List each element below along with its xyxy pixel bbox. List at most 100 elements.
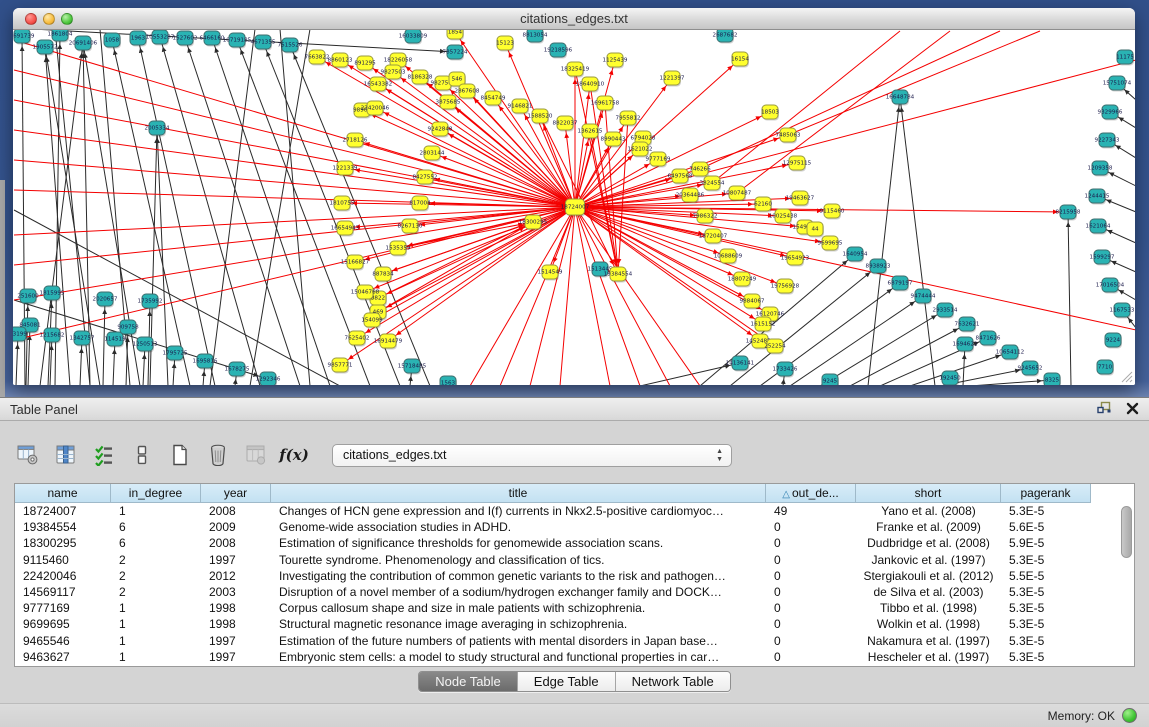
column-header-title[interactable]: title <box>271 484 766 503</box>
table-row[interactable]: 1938455462009Genome-wide association stu… <box>15 519 1134 535</box>
svg-text:15046768: 15046768 <box>351 290 380 296</box>
column-header-year[interactable]: year <box>201 484 271 503</box>
select-attributes-icon[interactable] <box>90 441 118 469</box>
window-title: citations_edges.txt <box>13 11 1135 26</box>
column-header-out_de[interactable]: △out_de... <box>766 484 856 503</box>
cell-year: 1997 <box>201 552 271 568</box>
table-row[interactable]: 911546021997Tourette syndrome. Phenomeno… <box>15 552 1134 568</box>
svg-text:817004: 817004 <box>409 201 431 207</box>
svg-text:8822037: 8822037 <box>553 121 578 127</box>
svg-text:1795725: 1795725 <box>163 351 188 357</box>
close-icon[interactable] <box>1126 402 1139 415</box>
cell-short: Nakamura et al. (1997) <box>856 633 1001 649</box>
column-header-in_degree[interactable]: in_degree <box>111 484 201 503</box>
svg-text:8325: 8325 <box>1045 378 1060 384</box>
svg-text:1527602: 1527602 <box>173 36 198 42</box>
window-resize-grip[interactable] <box>1119 369 1133 383</box>
cell-name: 14569117 <box>15 584 111 600</box>
cell-year: 1997 <box>201 633 271 649</box>
network-window: citations_edges.txt 16917391905572186180… <box>13 8 1135 385</box>
svg-text:546: 546 <box>452 77 463 83</box>
svg-text:22420046: 22420046 <box>361 106 390 112</box>
column-header-short[interactable]: short <box>856 484 1001 503</box>
svg-text:18720407: 18720407 <box>699 234 728 240</box>
window-titlebar[interactable]: citations_edges.txt <box>13 8 1135 30</box>
show-columns-icon[interactable] <box>52 441 80 469</box>
table-row[interactable]: 1872400712008Changes of HCN gene express… <box>15 503 1134 519</box>
svg-text:1599297: 1599297 <box>1090 255 1115 261</box>
cell-title: Tourette syndrome. Phenomenology and cla… <box>271 552 766 568</box>
function-builder-icon[interactable]: f(x) <box>280 441 308 469</box>
delete-column-icon[interactable] <box>242 441 270 469</box>
table-tabs: Node TableEdge TableNetwork Table <box>0 671 1149 692</box>
float-window-icon[interactable] <box>1097 401 1112 415</box>
table-row[interactable]: 1456911722003Disruption of a novel membe… <box>15 584 1134 600</box>
svg-text:19756928: 19756928 <box>771 284 800 290</box>
svg-text:18503: 18503 <box>761 110 779 116</box>
cell-out_de: 0 <box>766 600 856 616</box>
cell-in_degree: 1 <box>111 633 201 649</box>
svg-text:11175: 11175 <box>1116 55 1134 61</box>
column-header-name[interactable]: name <box>15 484 111 503</box>
svg-text:2020657: 2020657 <box>93 297 118 303</box>
vertical-scrollbar[interactable] <box>1121 506 1132 558</box>
cell-name: 9699695 <box>15 616 111 632</box>
svg-text:10719185: 10719185 <box>223 38 252 44</box>
new-table-icon[interactable] <box>166 441 194 469</box>
cell-year: 2009 <box>201 519 271 535</box>
svg-text:8427552: 8427552 <box>413 175 438 181</box>
cell-year: 2012 <box>201 568 271 584</box>
tab-edge-table[interactable]: Edge Table <box>518 672 616 691</box>
merge-tables-icon[interactable] <box>128 441 156 469</box>
svg-text:1588520: 1588520 <box>528 114 553 120</box>
svg-text:12975115: 12975115 <box>783 161 812 167</box>
table-row[interactable]: 1830029562008Estimation of significance … <box>15 535 1134 551</box>
svg-text:1615152: 1615152 <box>751 322 776 328</box>
table-options-icon[interactable] <box>14 441 42 469</box>
table-row[interactable]: 946362711997Embryonic stem cells: a mode… <box>15 649 1134 665</box>
svg-text:20364486: 20364486 <box>676 193 705 199</box>
svg-text:2718126: 2718126 <box>343 138 368 144</box>
cell-title: Structural magnetic resonance image aver… <box>271 616 766 632</box>
cell-name: 22420046 <box>15 568 111 584</box>
svg-text:2687682: 2687682 <box>713 33 738 39</box>
table-row[interactable]: 946554611997Estimation of the future num… <box>15 633 1134 649</box>
svg-text:8454749: 8454749 <box>481 96 506 102</box>
svg-text:887834: 887834 <box>372 272 394 278</box>
cell-short: Franke et al. (2009) <box>856 519 1001 535</box>
table-row[interactable]: 2242004622012Investigating the contribut… <box>15 568 1134 584</box>
table-row[interactable]: 969969511998Structural magnetic resonanc… <box>15 616 1134 632</box>
tab-network-table[interactable]: Network Table <box>616 672 730 691</box>
svg-text:891295: 891295 <box>354 61 376 67</box>
svg-text:8990443: 8990443 <box>601 137 626 143</box>
svg-text:1694622: 1694622 <box>953 342 978 348</box>
cell-name: 18300295 <box>15 535 111 551</box>
memory-status-icon[interactable] <box>1122 708 1137 723</box>
table-select-combobox[interactable]: citations_edges.txt ▲▼ <box>332 444 732 467</box>
svg-text:1905572: 1905572 <box>33 45 58 51</box>
citation-network-graph[interactable]: 1691739190557218618042069140610581963105… <box>13 30 1135 385</box>
svg-text:6794028: 6794028 <box>631 136 656 142</box>
table-row[interactable]: 977716911998Corpus callosum shape and si… <box>15 600 1134 616</box>
svg-text:7663822: 7663822 <box>305 55 330 61</box>
sort-ascending-icon: △ <box>782 489 790 500</box>
cell-short: Jankovic et al. (1997) <box>856 552 1001 568</box>
svg-text:6879197: 6879197 <box>888 281 913 287</box>
svg-text:7857224: 7857224 <box>443 50 468 56</box>
column-header-pagerank[interactable]: pagerank <box>1001 484 1091 503</box>
delete-table-icon[interactable] <box>204 441 232 469</box>
svg-text:16543382: 16543382 <box>364 82 392 88</box>
svg-text:1244415: 1244415 <box>1085 194 1110 200</box>
svg-text:6466160: 6466160 <box>200 36 225 42</box>
svg-text:7986322: 7986322 <box>693 214 718 220</box>
cell-pagerank: 5.3E-5 <box>1001 633 1091 649</box>
svg-text:15718485: 15718485 <box>398 364 427 370</box>
cell-in_degree: 1 <box>111 616 201 632</box>
network-desktop: citations_edges.txt 16917391905572186180… <box>0 0 1149 397</box>
network-canvas[interactable]: 1691739190557218618042069140610581963105… <box>13 30 1135 385</box>
cell-pagerank: 5.3E-5 <box>1001 552 1091 568</box>
svg-text:1735992: 1735992 <box>138 299 163 305</box>
svg-text:7485063: 7485063 <box>776 133 801 139</box>
svg-text:8186328: 8186328 <box>408 75 433 81</box>
tab-node-table[interactable]: Node Table <box>419 672 518 691</box>
